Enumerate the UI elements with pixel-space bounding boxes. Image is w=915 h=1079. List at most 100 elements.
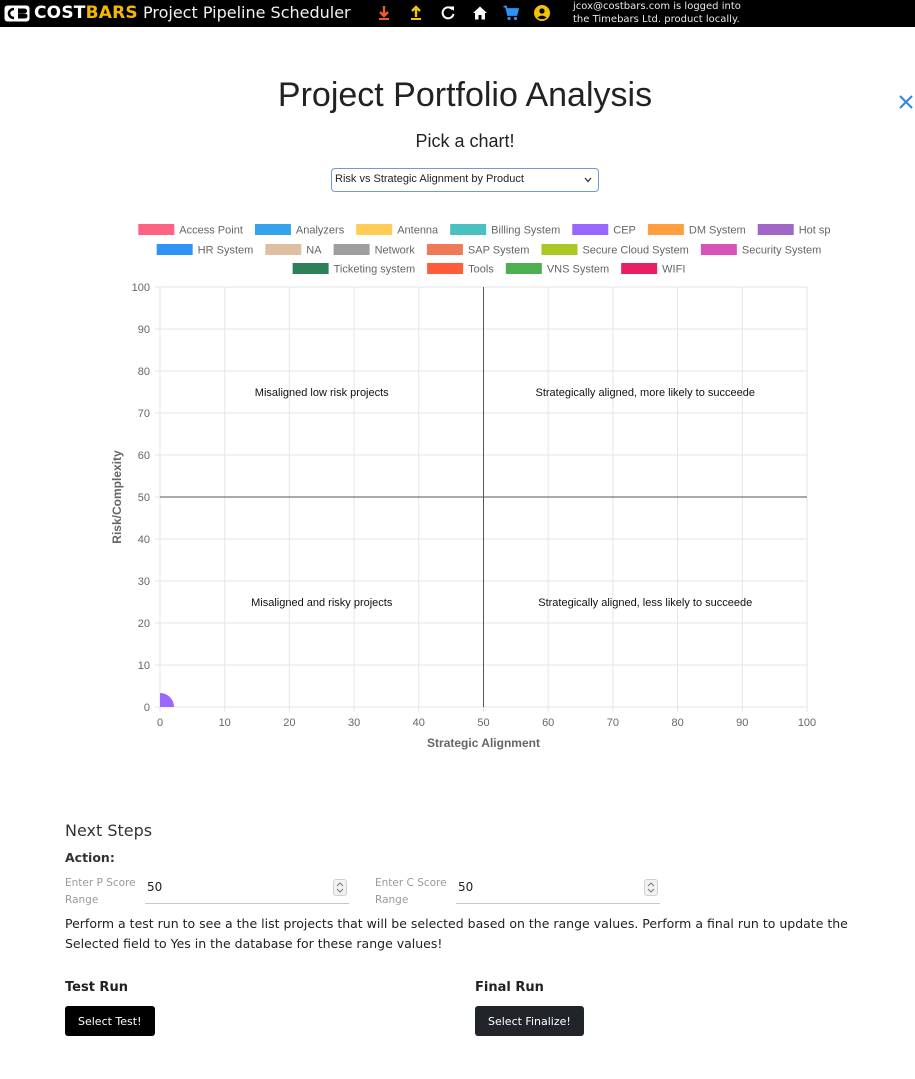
legend-swatch bbox=[356, 224, 393, 235]
app-title: Project Pipeline Scheduler bbox=[143, 3, 351, 22]
legend-swatch bbox=[647, 224, 684, 235]
x-tick-label: 60 bbox=[542, 717, 554, 729]
legend-label: Security System bbox=[742, 245, 821, 257]
download-icon[interactable] bbox=[375, 4, 393, 22]
x-axis-title: Strategic Alignment bbox=[427, 736, 540, 750]
legend-swatch bbox=[505, 263, 542, 274]
x-tick-label: 50 bbox=[477, 717, 489, 729]
x-tick-label: 30 bbox=[348, 717, 360, 729]
y-tick-label: 50 bbox=[138, 492, 150, 504]
brand-name[interactable]: COSTBARS bbox=[34, 3, 138, 23]
chart-select-dropdown[interactable]: Risk vs Strategic Alignment by Product bbox=[331, 168, 599, 192]
costbars-logo-icon bbox=[4, 5, 30, 22]
select-test-button[interactable]: Select Test! bbox=[65, 1006, 155, 1036]
legend-swatch bbox=[427, 263, 464, 274]
stepper-arrows-icon bbox=[336, 882, 344, 893]
brand-cost-text: COST bbox=[34, 3, 86, 23]
c-score-label-line2: Range bbox=[375, 894, 409, 906]
page-title: Project Portfolio Analysis bbox=[277, 76, 653, 114]
legend-swatch bbox=[292, 263, 329, 274]
legend-swatch bbox=[700, 244, 737, 255]
chart-picker-subtitle: Pick a chart! bbox=[415, 131, 515, 151]
home-icon[interactable] bbox=[471, 4, 489, 22]
x-tick-label: 10 bbox=[219, 717, 231, 729]
user-info-line1: jcox@costbars.com is logged into bbox=[573, 1, 741, 12]
legend-swatch bbox=[572, 224, 609, 235]
x-tick-label: 80 bbox=[671, 717, 683, 729]
legend-label: Hot spot bbox=[799, 225, 830, 237]
y-tick-label: 0 bbox=[144, 702, 150, 714]
quadrant-annotation: Misaligned low risk projects bbox=[255, 387, 389, 399]
y-tick-label: 70 bbox=[138, 408, 150, 420]
legend-label: CEP bbox=[613, 225, 636, 237]
y-tick-label: 60 bbox=[138, 450, 150, 462]
refresh-icon[interactable] bbox=[439, 4, 457, 22]
legend-label: Analyzers bbox=[296, 225, 345, 237]
cart-icon[interactable] bbox=[502, 4, 520, 22]
legend-label: Network bbox=[375, 245, 416, 257]
y-axis-title: Risk/Complexity bbox=[110, 450, 124, 544]
p-score-input[interactable]: 50 bbox=[145, 876, 349, 904]
legend-label: HR System bbox=[198, 245, 254, 257]
p-score-stepper[interactable] bbox=[333, 879, 347, 896]
chevron-down-icon bbox=[584, 177, 592, 183]
y-tick-label: 10 bbox=[138, 660, 150, 672]
run-description: Perform a test run to see a the list pro… bbox=[65, 916, 848, 951]
user-login-info: jcox@costbars.com is logged into the Tim… bbox=[573, 0, 823, 26]
x-tick-label: 40 bbox=[413, 717, 425, 729]
final-run-title: Final Run bbox=[475, 980, 544, 995]
x-tick-label: 90 bbox=[736, 717, 748, 729]
y-tick-label: 90 bbox=[138, 324, 150, 336]
close-icon[interactable] bbox=[897, 93, 915, 111]
action-label: Action: bbox=[65, 850, 115, 865]
risk-vs-alignment-chart: Access Point Analyzers Antenna Billing Syst… bbox=[110, 224, 830, 750]
legend-swatch bbox=[156, 244, 193, 255]
legend-swatch bbox=[621, 263, 658, 274]
legend-label: Access Point bbox=[179, 225, 243, 237]
p-score-label-line1: Enter P Score bbox=[65, 877, 136, 889]
x-tick-label: 0 bbox=[157, 717, 163, 729]
y-tick-label: 80 bbox=[138, 366, 150, 378]
chart-select-value: Risk vs Strategic Alignment by Product bbox=[335, 173, 524, 185]
brand-bars-text: BARS bbox=[85, 3, 138, 23]
c-score-label: Enter C Score Range bbox=[375, 875, 455, 909]
y-tick-label: 40 bbox=[138, 534, 150, 546]
y-tick-label: 100 bbox=[132, 282, 150, 294]
legend-swatch bbox=[757, 224, 794, 235]
legend-label: WIFI bbox=[662, 264, 685, 276]
legend-swatch bbox=[450, 224, 487, 235]
y-tick-label: 20 bbox=[138, 618, 150, 630]
user-info-line2: the Timebars Ltd. product locally. bbox=[573, 14, 740, 25]
legend-label: SAP System bbox=[468, 245, 530, 257]
legend-label: DM System bbox=[689, 225, 746, 237]
legend-swatch bbox=[138, 224, 175, 235]
next-steps-title: Next Steps bbox=[65, 821, 153, 840]
p-score-label-line2: Range bbox=[65, 894, 99, 906]
legend-label: Antenna bbox=[397, 225, 439, 237]
y-tick-label: 30 bbox=[138, 576, 150, 588]
legend-label: Billing System bbox=[491, 225, 560, 237]
legend-label: Secure Cloud System bbox=[582, 245, 688, 257]
x-tick-label: 20 bbox=[283, 717, 295, 729]
select-finalize-button[interactable]: Select Finalize! bbox=[475, 1006, 584, 1036]
top-navbar: COSTBARS Project Pipeline Scheduler jcox… bbox=[0, 0, 915, 27]
legend-swatch bbox=[254, 224, 291, 235]
quadrant-annotation: Misaligned and risky projects bbox=[251, 597, 393, 609]
quadrant-annotation: Strategically aligned, less likely to su… bbox=[538, 597, 752, 609]
c-score-label-line1: Enter C Score bbox=[375, 877, 447, 889]
test-run-title: Test Run bbox=[65, 980, 128, 995]
p-score-label: Enter P Score Range bbox=[65, 875, 145, 909]
c-score-stepper[interactable] bbox=[644, 879, 658, 896]
legend-label: NA bbox=[306, 245, 322, 257]
legend-swatch bbox=[265, 244, 302, 255]
upload-icon[interactable] bbox=[407, 4, 425, 22]
stepper-arrows-icon bbox=[647, 882, 655, 893]
legend-label: Ticketing system bbox=[334, 264, 416, 276]
legend-swatch bbox=[333, 244, 370, 255]
c-score-input[interactable]: 50 bbox=[456, 876, 660, 904]
quadrant-annotation: Strategically aligned, more likely to su… bbox=[535, 387, 755, 399]
x-tick-label: 70 bbox=[607, 717, 619, 729]
account-icon[interactable] bbox=[533, 4, 551, 22]
legend-swatch bbox=[541, 244, 578, 255]
legend-label: Tools bbox=[468, 264, 494, 276]
